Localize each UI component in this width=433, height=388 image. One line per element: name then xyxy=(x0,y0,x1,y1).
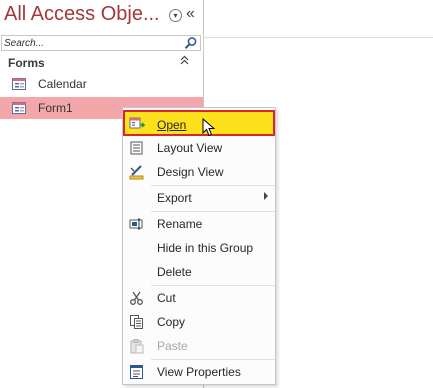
nav-item-label: Calendar xyxy=(38,77,87,91)
open-form-icon xyxy=(129,117,145,129)
mouse-cursor-icon xyxy=(202,118,216,137)
menu-item-label: Delete xyxy=(157,265,192,279)
layout-view-icon xyxy=(130,141,143,155)
menu-item-label: Design View xyxy=(157,165,224,179)
nav-menu-dropdown-icon[interactable]: ▾ xyxy=(169,9,182,22)
scissors-icon xyxy=(130,291,143,305)
menu-item-rename[interactable]: Rename xyxy=(124,213,274,235)
properties-icon xyxy=(130,365,143,379)
menu-item-label: Export xyxy=(157,191,192,205)
menu-item-label: Cut xyxy=(157,291,176,305)
menu-item-paste[interactable]: Paste xyxy=(124,335,274,357)
group-header-forms[interactable]: Forms xyxy=(0,54,203,72)
menu-item-export[interactable]: Export xyxy=(124,187,274,209)
menu-item-label: Paste xyxy=(157,339,188,353)
menu-item-open[interactable]: Open xyxy=(123,110,275,136)
menu-separator xyxy=(151,285,275,286)
menu-item-delete[interactable]: Delete xyxy=(124,261,274,283)
menu-separator xyxy=(151,359,275,360)
nav-item-calendar[interactable]: Calendar xyxy=(0,73,203,95)
menu-item-view-properties[interactable]: View Properties xyxy=(124,361,274,383)
menu-item-copy[interactable]: Copy xyxy=(124,311,274,333)
tab-strip-divider xyxy=(204,37,433,38)
collapse-group-chevron-icon[interactable] xyxy=(180,55,189,68)
menu-separator xyxy=(151,185,275,186)
menu-separator xyxy=(151,211,275,212)
menu-item-label: Open xyxy=(157,118,187,132)
search-input[interactable] xyxy=(4,36,182,50)
rename-icon xyxy=(129,218,143,230)
context-menu: Open Layout View Design View Export Rena… xyxy=(122,107,276,385)
menu-item-label: Rename xyxy=(157,217,203,231)
search-box xyxy=(1,35,201,51)
form-icon xyxy=(12,78,26,90)
shutter-bar-collapse-icon[interactable]: « xyxy=(186,4,195,24)
menu-item-label: Layout View xyxy=(157,141,223,155)
search-icon[interactable] xyxy=(184,36,198,50)
group-label: Forms xyxy=(8,56,45,70)
menu-item-design-view[interactable]: Design View xyxy=(124,161,274,183)
menu-item-label: Copy xyxy=(157,315,186,329)
design-view-icon xyxy=(129,165,144,180)
nav-item-label: Form1 xyxy=(38,101,73,115)
copy-icon xyxy=(130,315,143,329)
menu-item-cut[interactable]: Cut xyxy=(124,287,274,309)
paste-icon xyxy=(130,339,144,354)
menu-item-label: View Properties xyxy=(157,365,241,379)
submenu-arrow-icon xyxy=(264,192,268,200)
nav-pane-title[interactable]: All Access Obje... xyxy=(4,3,160,26)
menu-item-label: Hide in this Group xyxy=(157,241,254,255)
form-icon xyxy=(12,102,26,114)
menu-item-hide-in-group[interactable]: Hide in this Group xyxy=(124,237,274,259)
menu-item-layout-view[interactable]: Layout View xyxy=(124,137,274,159)
